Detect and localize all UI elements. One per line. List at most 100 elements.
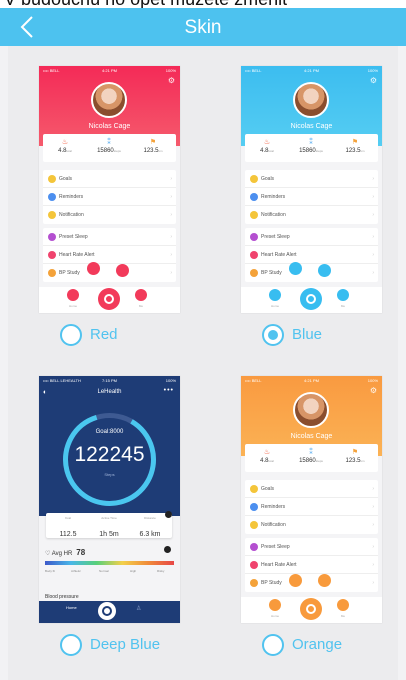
menu-item-bp-study[interactable]: BP Study › [245, 574, 378, 592]
me-icon[interactable] [337, 599, 349, 611]
goals-icon [250, 485, 258, 493]
flame-icon: ♨ [263, 449, 271, 456]
menu-item-bp-study[interactable]: BP Study › [245, 264, 378, 282]
center-tab-button[interactable] [98, 602, 116, 620]
menu-item-goals[interactable]: Goals › [43, 170, 176, 188]
home-icon[interactable] [67, 289, 79, 301]
skin-preview-blue[interactable]: •••• BELL 4:21 PM 100% ⚙ Nicolas Cage ♨ 4… [241, 66, 382, 313]
skin-preview-red[interactable]: •••• BELL 4:21 PM 100% ⚙ Nicolas Cage ♨ 4… [39, 66, 180, 313]
chevron-right-icon: › [372, 252, 374, 258]
radio-button[interactable] [262, 324, 284, 346]
gear-icon: ⚙ [369, 76, 377, 85]
home-icon[interactable] [269, 599, 281, 611]
chevron-right-icon: › [372, 562, 374, 568]
menu-item-reminders[interactable]: Reminders › [245, 188, 378, 206]
status-battery: 100% [367, 68, 378, 73]
home-icon[interactable] [269, 289, 281, 301]
status-time: 4:21 PM [304, 378, 319, 383]
stats-card: ♨ 4.8kcal ⁑ 15860steps ⚑ 123.5km [245, 134, 378, 162]
skin-radio-red[interactable]: Red [39, 324, 180, 348]
menu-label: BP Study [261, 580, 282, 586]
skin-radio-orange[interactable]: Orange [241, 634, 382, 658]
chevron-right-icon: › [372, 544, 374, 550]
avg-hr: ♡ Avg HR 78 [45, 548, 86, 557]
sleep-icon [48, 233, 56, 241]
bp-icon [250, 579, 258, 587]
skin-label: Blue [292, 326, 323, 343]
center-tab-button[interactable] [98, 288, 120, 310]
menu-item-notification[interactable]: Notification › [245, 516, 378, 534]
chevron-right-icon: › [170, 194, 172, 200]
hr-zone-label: Risky [157, 569, 165, 573]
center-tab-button[interactable] [300, 598, 322, 620]
stat-kcal: ♨ 4.8kcal [245, 448, 289, 464]
banner-text: V budoucnu ho opět můžete změnit [4, 0, 287, 8]
user-name: Nicolas Cage [290, 433, 333, 440]
me-icon[interactable] [337, 289, 349, 301]
metric-kcal: Kcal 112.5 [48, 516, 88, 541]
stats-card: ♨ 4.8kcal ⁑ 15860steps ⚑ 123.5km [245, 444, 378, 472]
stat-value: 4.8 [260, 148, 269, 154]
notification-icon [250, 521, 258, 529]
stat-value: 123.5 [143, 148, 159, 154]
tab-home[interactable]: Home [66, 605, 77, 610]
radio-button[interactable] [60, 634, 82, 656]
radio-button[interactable] [60, 324, 82, 346]
distance-icon: ⚑ [351, 449, 359, 456]
center-tab-button[interactable] [300, 288, 322, 310]
hr-zone-label: Normal [99, 569, 109, 573]
tab-me-label: Me [340, 304, 346, 308]
sleep-icon [250, 233, 258, 241]
tab-home-label: Home [68, 304, 77, 308]
skin-radio-blue[interactable]: Blue [241, 324, 382, 348]
tab-me-label: Me [138, 304, 144, 308]
distance-icon: ⚑ [149, 139, 157, 146]
stat-unit: kcal [268, 459, 274, 463]
menu-item-notification[interactable]: Notification › [245, 206, 378, 224]
avatar [293, 392, 329, 428]
menu-item-reminders[interactable]: Reminders › [43, 188, 176, 206]
metric-value: 1h 5m [99, 531, 119, 538]
nav-bar: Skin [0, 8, 406, 46]
reminders-icon [250, 193, 258, 201]
me-icon[interactable] [135, 289, 147, 301]
close-icon[interactable] [165, 511, 172, 518]
chevron-right-icon: › [372, 580, 374, 586]
menu-item-notification[interactable]: Notification › [43, 206, 176, 224]
metric-value: 112.5 [59, 531, 77, 538]
menu-label: BP Study [261, 270, 282, 276]
chevron-right-icon: › [372, 504, 374, 510]
steps-unit: Steps [104, 472, 115, 477]
reminders-icon [250, 503, 258, 511]
menu-item-preset-sleep[interactable]: Preset Sleep › [245, 228, 378, 246]
menu-item-reminders[interactable]: Reminders › [245, 498, 378, 516]
tab-home-label: Home [270, 614, 279, 618]
skin-label: Orange [292, 636, 343, 653]
avg-hr-label: Avg HR [51, 551, 73, 557]
skin-label: Deep Blue [90, 636, 161, 653]
menu-item-bp-study[interactable]: BP Study › [43, 264, 176, 282]
menu-label: Notification [59, 212, 84, 218]
menu-item-preset-sleep[interactable]: Preset Sleep › [245, 538, 378, 556]
stat-unit: km [158, 149, 163, 153]
chevron-right-icon: › [170, 252, 172, 258]
menu-label: BP Study [59, 270, 80, 276]
menu-item-heart-rate-alert[interactable]: Heart Rate Alert › [43, 246, 176, 264]
stat-distance: ⚑ 123.5km [333, 138, 377, 154]
radio-button[interactable] [262, 634, 284, 656]
skin-preview-orange[interactable]: •••• BELL 4:21 PM 100% ⚙ Nicolas Cage ♨ 4… [241, 376, 382, 623]
menu-group-1: Goals › Reminders › Notification › [43, 170, 176, 224]
menu-item-heart-rate-alert[interactable]: Heart Rate Alert › [245, 556, 378, 574]
menu-item-heart-rate-alert[interactable]: Heart Rate Alert › [245, 246, 378, 264]
skin-radio-deep-blue[interactable]: Deep Blue [39, 634, 180, 658]
menu-item-preset-sleep[interactable]: Preset Sleep › [43, 228, 176, 246]
hr-info-icon[interactable] [164, 546, 171, 553]
avatar [91, 82, 127, 118]
user-icon[interactable]: ♙ [136, 605, 141, 612]
menu-item-goals[interactable]: Goals › [245, 170, 378, 188]
menu-label: Notification [261, 522, 286, 528]
heart-icon [48, 251, 56, 259]
skin-preview-deep-blue[interactable]: •••• BELL LEHEALTH 7:15 PM 100% ◐ LeHeal… [39, 376, 180, 623]
more-icon[interactable]: ••• [164, 387, 174, 394]
menu-item-goals[interactable]: Goals › [245, 480, 378, 498]
